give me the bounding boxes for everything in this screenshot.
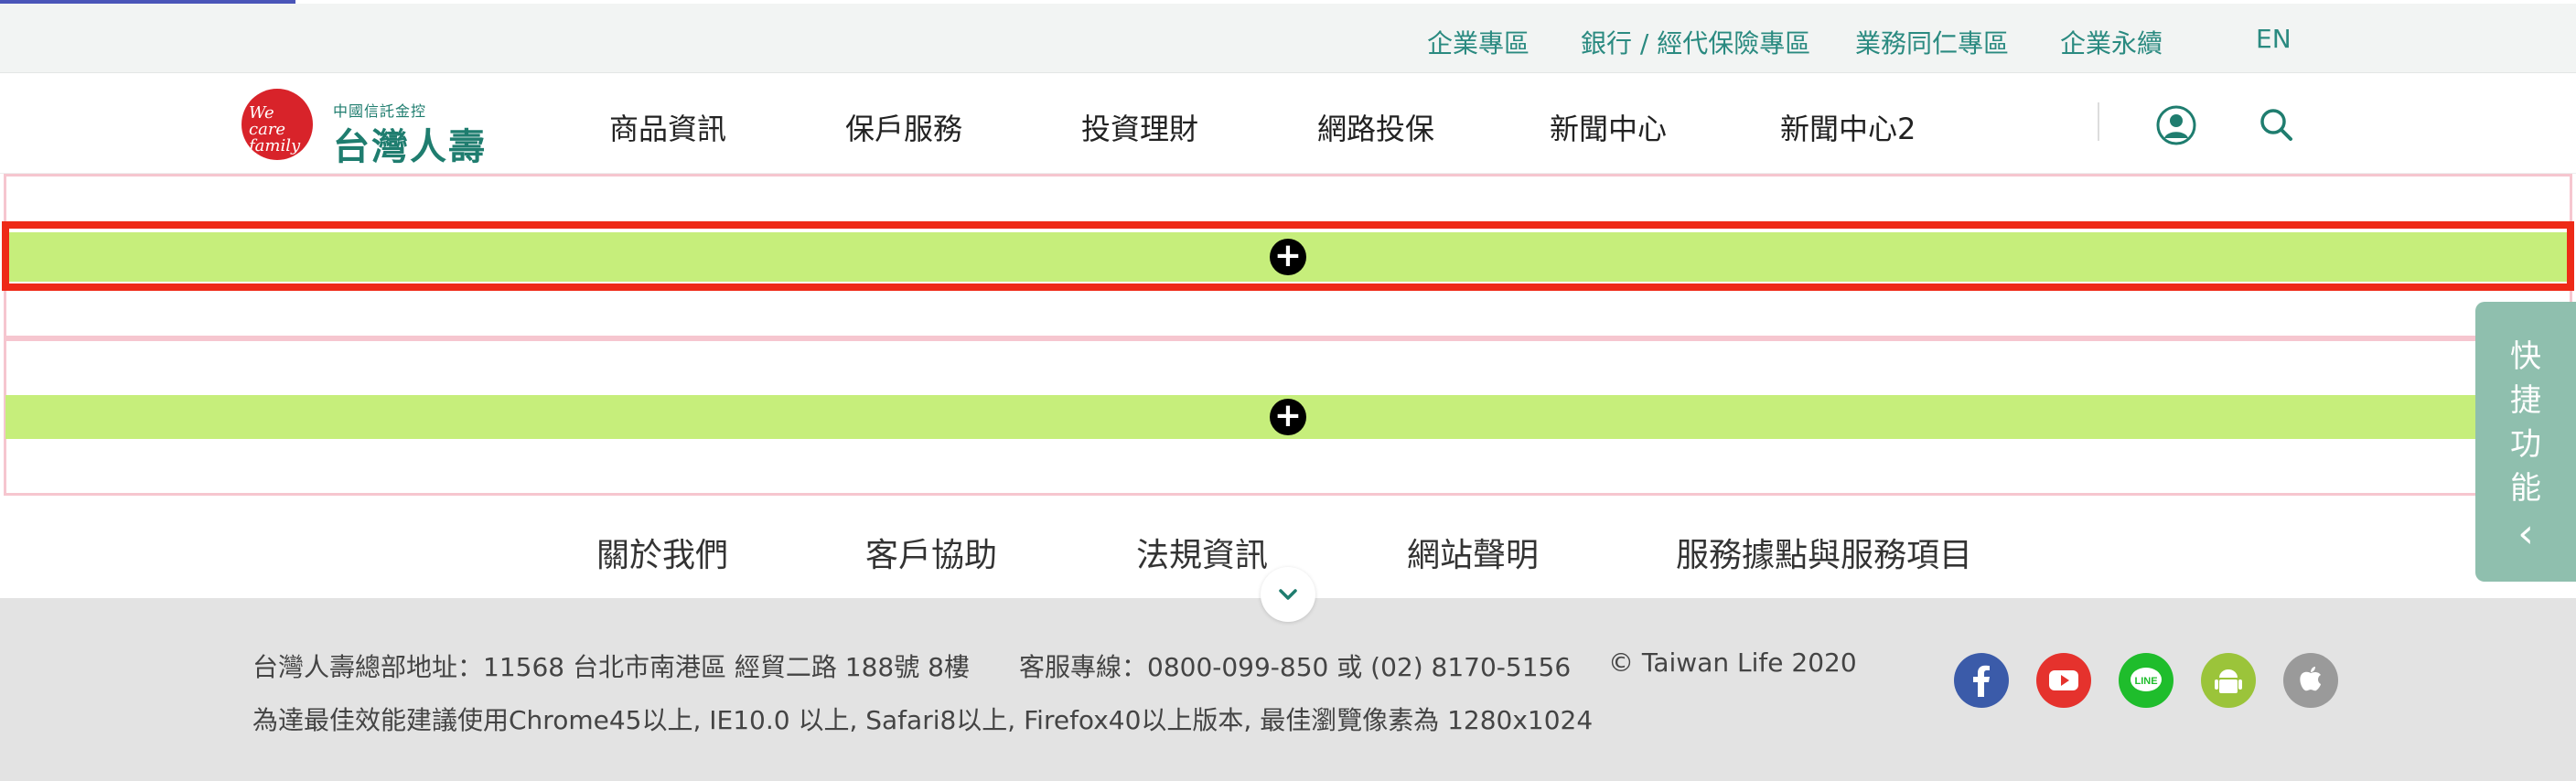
chevron-down-icon <box>1279 589 1297 600</box>
user-icon[interactable] <box>2155 104 2197 146</box>
main-header: We care family 中國信託金控 台灣人壽 商品資訊 保戶服務 投資理… <box>0 73 2576 174</box>
nav-news-center-2[interactable]: 新聞中心2 <box>1780 106 1916 148</box>
nav-policy-service[interactable]: 保戶服務 <box>845 106 962 148</box>
footer-link-about[interactable]: 關於我們 <box>596 529 728 576</box>
footer-copyright: © Taiwan Life 2020 <box>1608 647 1857 678</box>
footer-link-customer-help[interactable]: 客戶協助 <box>865 529 997 576</box>
quick-label-char-4: 能 <box>2510 470 2541 507</box>
footer-expand-button[interactable] <box>1261 567 1315 622</box>
link-sustainability[interactable]: 企業永續 <box>2060 24 2163 60</box>
nav-investment[interactable]: 投資理財 <box>1081 106 1198 148</box>
quick-label-char-3: 功 <box>2510 426 2541 463</box>
quick-label-char-1: 快 <box>2510 338 2541 375</box>
logo-emblem: We care family <box>242 89 313 160</box>
link-english[interactable]: EN <box>2256 24 2292 54</box>
nav-online-insurance[interactable]: 網路投保 <box>1317 106 1434 148</box>
quick-function-panel[interactable]: 快 捷 功 能 ‹ <box>2475 302 2576 582</box>
top-utility-bar: 企業專區 銀行 / 經代保險專區 業務同仁專區 企業永續 EN <box>0 4 2576 73</box>
footer-address: 台灣人壽總部地址：11568 台北市南港區 經貿二路 188號 8樓 <box>252 652 970 682</box>
svg-text:LINE: LINE <box>2134 676 2157 687</box>
link-staff-zone[interactable]: 業務同仁專區 <box>1855 24 2009 60</box>
quick-label-char-2: 捷 <box>2510 382 2541 419</box>
android-icon[interactable] <box>2201 653 2256 708</box>
footer-hotline: 客服專線：0800-099-850 或 (02) 8170-5156 <box>1019 652 1572 682</box>
footer-browser-note: 為達最佳效能建議使用Chrome45以上, IE10.0 以上, Safari8… <box>252 705 1594 735</box>
selection-highlight <box>2 221 2574 291</box>
link-enterprise-zone[interactable]: 企業專區 <box>1427 24 1530 60</box>
site-logo[interactable]: We care family 中國信託金控 台灣人壽 <box>242 86 498 168</box>
search-icon[interactable] <box>2256 104 2298 146</box>
apple-icon[interactable] <box>2283 653 2338 708</box>
site-footer: 台灣人壽總部地址：11568 台北市南港區 經貿二路 188號 8樓 客服專線：… <box>0 598 2576 781</box>
logo-company-name: 台灣人壽 <box>333 126 487 168</box>
nav-news-center[interactable]: 新聞中心 <box>1550 106 1667 148</box>
chevron-left-icon[interactable]: ‹ <box>2475 510 2576 557</box>
line-icon[interactable]: LINE <box>2119 653 2174 708</box>
nav-product-info[interactable]: 商品資訊 <box>609 106 726 148</box>
add-section-button-2[interactable]: + <box>1270 399 1306 435</box>
link-bank-broker-zone[interactable]: 銀行 / 經代保險專區 <box>1581 24 1810 60</box>
footer-link-statement[interactable]: 網站聲明 <box>1407 529 1539 576</box>
header-divider <box>2098 102 2099 141</box>
facebook-icon[interactable] <box>1954 653 2009 708</box>
footer-link-service-locations[interactable]: 服務據點與服務項目 <box>1676 529 1972 576</box>
youtube-icon[interactable] <box>2036 653 2091 708</box>
logo-tagline: We care family <box>249 103 301 155</box>
footer-link-regulations[interactable]: 法規資訊 <box>1136 529 1268 576</box>
